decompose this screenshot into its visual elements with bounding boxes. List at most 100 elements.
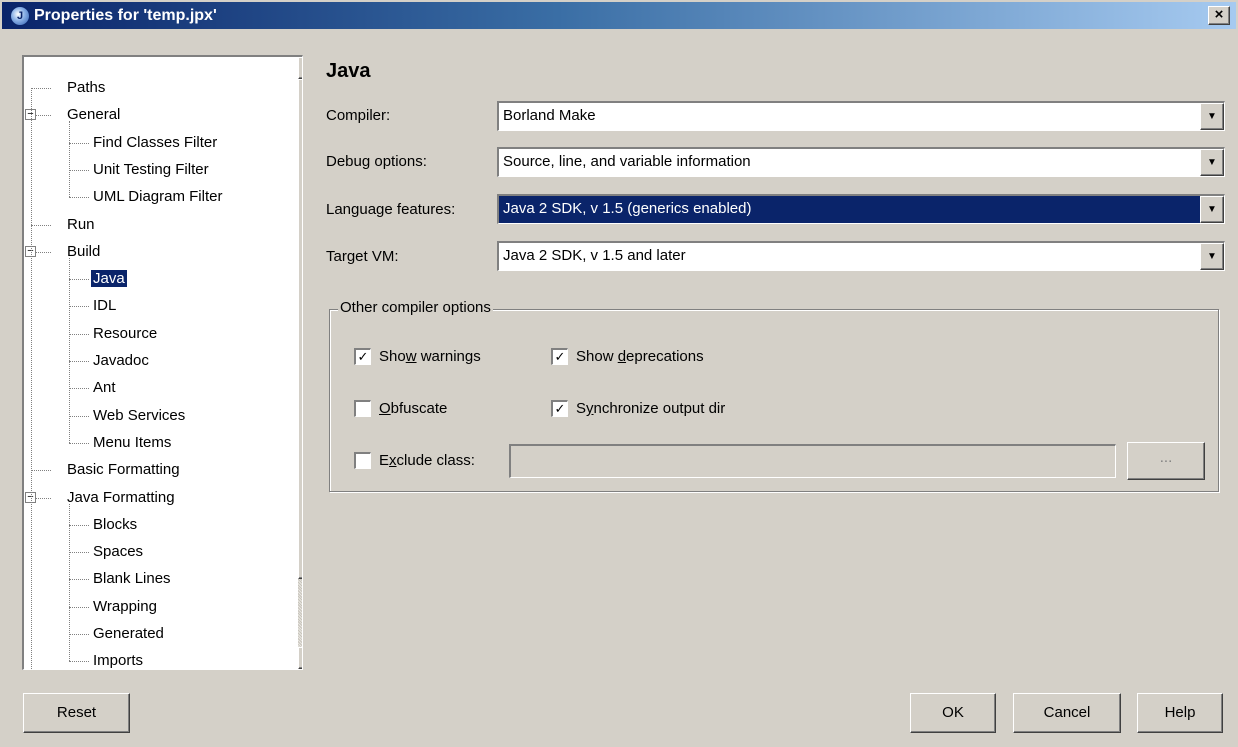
tree-item-label: Spaces	[93, 543, 144, 561]
tree-connector	[69, 121, 70, 198]
tree-item-label: Blank Lines	[93, 570, 171, 588]
tree-item[interactable]: Basic Formatting	[65, 459, 182, 481]
tree-item[interactable]: Unit Testing Filter	[91, 159, 211, 181]
reset-button[interactable]: Reset	[23, 693, 130, 733]
tree-connector	[69, 552, 89, 554]
show-warnings-checkbox[interactable]: ✓ Show warnings	[354, 348, 481, 365]
tree-item[interactable]: Paths	[65, 77, 107, 99]
compiler-value: Borland Make	[503, 107, 596, 124]
tree-item[interactable]: General	[65, 104, 122, 126]
tree-connector	[69, 257, 70, 443]
tree-item[interactable]: Menu Items	[91, 432, 173, 454]
checkbox-box[interactable]	[354, 452, 371, 469]
tree-connector	[69, 503, 70, 662]
tree-item[interactable]: Java Formatting	[65, 487, 177, 509]
tree-item[interactable]: IDL	[91, 295, 118, 317]
target-vm-select[interactable]: Java 2 SDK, v 1.5 and later ▼	[497, 241, 1225, 271]
tree-item[interactable]: Blank Lines	[91, 568, 173, 590]
tree-connector	[69, 279, 89, 281]
debug-options-select[interactable]: Source, line, and variable information ▼	[497, 147, 1225, 177]
tree-item-label: Java	[91, 270, 127, 288]
tree-item-label: Blocks	[93, 515, 138, 533]
tree-connector	[69, 442, 89, 444]
tree-item-label: Menu Items	[93, 433, 172, 451]
tree-item-label: Ant	[93, 379, 116, 397]
group-title: Other compiler options	[338, 299, 493, 316]
tree-connector	[69, 306, 89, 308]
tree-item[interactable]: Imports	[91, 650, 145, 670]
tree-connector	[31, 88, 32, 669]
window-title: Properties for 'temp.jpx'	[34, 6, 217, 24]
synchronize-output-dir-checkbox[interactable]: ✓ Synchronize output dir	[551, 400, 725, 417]
tree-item-label: Imports	[93, 652, 144, 670]
tree-connector	[31, 88, 51, 89]
tree-connector	[69, 197, 89, 199]
tree-item[interactable]: Blocks	[91, 514, 139, 536]
debug-options-label: Debug options:	[326, 153, 427, 170]
properties-tree[interactable]: Paths − General Find Classes Filter Unit Tes…	[22, 55, 303, 670]
tree-item-label: Resource	[93, 324, 158, 342]
obfuscate-checkbox[interactable]: Obfuscate	[354, 400, 447, 417]
checkbox-box[interactable]: ✓	[551, 348, 568, 365]
tree-item-label: IDL	[93, 297, 117, 315]
tree-connector	[69, 634, 89, 635]
tree-connector	[69, 524, 89, 526]
chevron-down-icon[interactable]: ▼	[1200, 149, 1224, 176]
cancel-button[interactable]: Cancel	[1013, 693, 1121, 733]
exclude-class-input[interactable]	[509, 444, 1116, 478]
tree-connector	[69, 142, 89, 144]
help-button[interactable]: Help	[1137, 693, 1223, 733]
tree-connector	[69, 415, 89, 417]
scroll-thumb[interactable]	[298, 79, 302, 579]
checkbox-box[interactable]: ✓	[551, 400, 568, 417]
chevron-down-icon[interactable]: ▼	[1200, 243, 1224, 270]
debug-options-value: Source, line, and variable information	[503, 153, 751, 170]
checkbox-box[interactable]: ✓	[354, 348, 371, 365]
tree-item[interactable]: Web Services	[91, 405, 187, 427]
tree-connector	[69, 579, 89, 581]
tree-scrollbar[interactable]: ▲ ▼	[298, 57, 302, 669]
scroll-up-button[interactable]: ▲	[298, 57, 302, 79]
scroll-down-button[interactable]: ▼	[298, 647, 302, 669]
tree-item[interactable]: Resource	[91, 323, 159, 345]
title-bar: J Properties for 'temp.jpx' ×	[2, 2, 1236, 29]
tree-connector	[31, 224, 51, 226]
obfuscate-label: Obfuscate	[379, 400, 448, 417]
tree-item-label: Basic Formatting	[67, 461, 180, 479]
language-features-value: Java 2 SDK, v 1.5 (generics enabled)	[499, 196, 1200, 223]
tree-item[interactable]: Build	[65, 241, 102, 263]
tree-connector	[69, 661, 89, 663]
chevron-down-icon[interactable]: ▼	[1200, 196, 1224, 223]
tree-item-label: Java Formatting	[67, 488, 175, 506]
properties-dialog: J Properties for 'temp.jpx' × Paths − Gene…	[0, 0, 1238, 747]
tree-item[interactable]: UML Diagram Filter	[91, 186, 224, 208]
ok-button[interactable]: OK	[910, 693, 996, 733]
tree-item[interactable]: Wrapping	[91, 596, 159, 618]
tree-item[interactable]: Javadoc	[91, 350, 151, 372]
tree-item-label: UML Diagram Filter	[93, 188, 223, 206]
tree-item-label: Generated	[93, 625, 164, 642]
tree-connector	[31, 470, 51, 472]
tree-connector	[69, 388, 89, 390]
tree-item[interactable]: Generated	[91, 623, 166, 645]
tree-item[interactable]: Spaces	[91, 541, 145, 563]
close-button[interactable]: ×	[1208, 6, 1230, 25]
browse-button[interactable]: ...	[1127, 442, 1205, 480]
show-deprecations-checkbox[interactable]: ✓ Show deprecations	[551, 348, 704, 365]
tree-item[interactable]: Java	[91, 268, 127, 290]
tree-item[interactable]: Find Classes Filter	[91, 132, 219, 154]
tree-connector	[69, 606, 89, 608]
tree-item[interactable]: Ant	[91, 377, 118, 399]
tree-item-label: Wrapping	[93, 597, 157, 615]
chevron-down-icon[interactable]: ▼	[1200, 103, 1224, 130]
compiler-select[interactable]: Borland Make ▼	[497, 101, 1225, 131]
target-vm-value: Java 2 SDK, v 1.5 and later	[503, 247, 686, 264]
show-deprecations-label: Show deprecations	[576, 348, 704, 365]
tree-item-label: Unit Testing Filter	[93, 160, 209, 178]
language-features-select[interactable]: Java 2 SDK, v 1.5 (generics enabled) ▼	[497, 194, 1225, 224]
tree-connector	[69, 169, 89, 171]
tree-item[interactable]: Run	[65, 214, 97, 236]
tree-item-label: Web Services	[93, 406, 186, 424]
exclude-class-checkbox[interactable]: Exclude class:	[354, 452, 475, 469]
checkbox-box[interactable]	[354, 400, 371, 417]
